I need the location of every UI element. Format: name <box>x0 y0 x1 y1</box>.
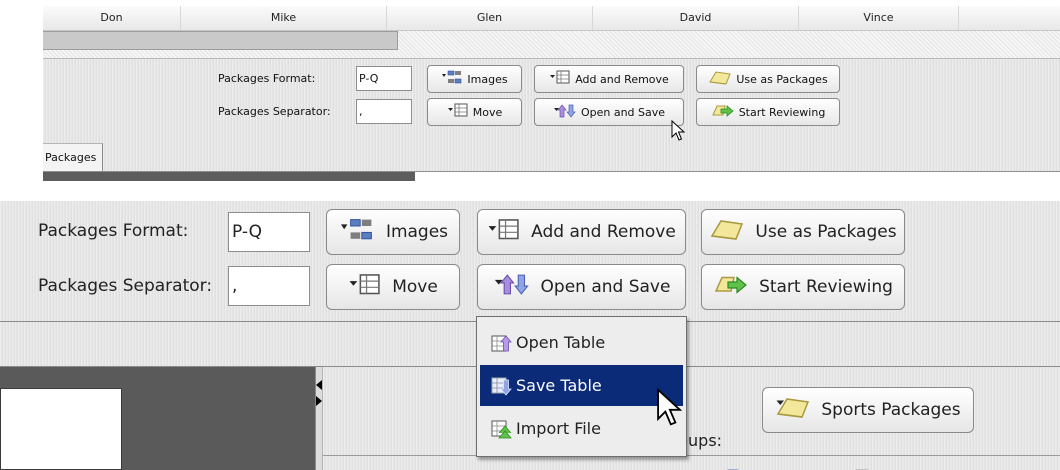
images-button-label: Images <box>385 222 449 242</box>
move-button-label: Move <box>392 277 438 297</box>
sports-packages-button-label: Sports Packages <box>821 400 961 420</box>
folder-icon <box>708 70 732 89</box>
horizontal-scrollbar-thumb[interactable] <box>43 31 398 50</box>
menu-item-import-file[interactable]: Import File <box>480 408 683 449</box>
column-header-david[interactable]: David <box>593 6 799 30</box>
start-reviewing-button[interactable]: Start Reviewing <box>696 98 840 126</box>
packages-toolbar-zoomed: Packages Format: P-Q Packages Separator:… <box>0 201 1060 322</box>
menu-item-label: Open Table <box>516 333 606 352</box>
start-reviewing-arrow-icon <box>713 273 749 302</box>
packages-toolbar: Packages Format: P-Q Packages Separator:… <box>43 58 1060 144</box>
start-reviewing-button-label: Start Reviewing <box>738 105 826 119</box>
blue-shape-icon <box>718 463 748 470</box>
images-button-label: Images <box>467 72 508 86</box>
open-save-button-label: Open and Save <box>540 277 671 297</box>
open-save-button[interactable]: Open and Save <box>477 264 686 310</box>
zoomed-panel: Packages Format: P-Q Packages Separator:… <box>0 201 1060 470</box>
folder-icon <box>775 396 811 425</box>
use-as-packages-button-label: Use as Packages <box>736 72 828 86</box>
add-remove-button-label: Add and Remove <box>575 72 669 86</box>
move-button[interactable]: Move <box>326 264 460 310</box>
move-table-icon <box>447 103 469 121</box>
move-table-icon <box>348 273 382 302</box>
sports-packages-button[interactable]: Sports Packages <box>762 387 974 433</box>
import-file-icon <box>491 419 513 443</box>
divider <box>323 455 1060 456</box>
open-save-button-label: Open and Save <box>580 105 666 119</box>
add-remove-button[interactable]: Add and Remove <box>477 209 686 255</box>
images-button[interactable]: Images <box>427 65 522 93</box>
column-header-vince[interactable]: Vince <box>799 6 959 30</box>
open-save-button[interactable]: Open and Save <box>534 98 684 126</box>
use-as-packages-button[interactable]: Use as Packages <box>701 209 905 255</box>
packages-format-label: Packages Format: <box>38 221 189 241</box>
packages-separator-label: Packages Separator: <box>218 105 331 118</box>
start-reviewing-button[interactable]: Start Reviewing <box>701 264 905 310</box>
menu-item-label: Save Table <box>516 376 602 395</box>
open-table-icon <box>491 333 513 357</box>
images-icon <box>441 70 463 88</box>
packages-format-label: Packages Format: <box>218 72 316 85</box>
column-header-mike[interactable]: Mike <box>181 6 387 30</box>
open-save-arrows-icon <box>553 103 577 122</box>
column-header-empty <box>959 6 1060 30</box>
menu-item-save-table[interactable]: Save Table <box>480 365 683 406</box>
panel-divider <box>43 172 415 181</box>
top-panel: Don Mike Glen David Vince Packages Forma… <box>43 6 1060 181</box>
start-reviewing-arrow-icon <box>711 103 735 122</box>
menu-item-label: Import File <box>516 419 601 438</box>
open-save-arrows-icon <box>493 272 531 302</box>
folder-icon <box>846 463 876 470</box>
folder-icon <box>709 218 745 247</box>
add-remove-table-icon <box>549 70 571 88</box>
save-table-icon <box>491 376 513 400</box>
add-remove-button[interactable]: Add and Remove <box>534 65 684 93</box>
packages-format-input[interactable]: P-Q <box>228 212 310 252</box>
use-as-packages-button-label: Use as Packages <box>755 222 897 242</box>
add-remove-table-icon <box>487 218 521 247</box>
mouse-cursor-icon <box>656 387 683 432</box>
tab-packages[interactable]: Packages <box>43 143 104 171</box>
expand-right-arrow-icon[interactable] <box>315 391 323 410</box>
column-header-glen[interactable]: Glen <box>387 6 593 30</box>
preview-box <box>0 388 122 470</box>
tab-strip: Packages <box>43 143 1060 172</box>
move-button-label: Move <box>472 105 503 119</box>
move-button[interactable]: Move <box>427 98 522 126</box>
use-as-packages-button[interactable]: Use as Packages <box>696 65 840 93</box>
open-save-dropdown-menu: Open Table Save Table Import File <box>476 316 687 457</box>
splitter-handle[interactable] <box>315 367 323 470</box>
images-icon <box>338 218 376 247</box>
packages-separator-input[interactable]: , <box>228 266 310 306</box>
packages-separator-label: Packages Separator: <box>38 276 213 296</box>
packages-separator-input[interactable]: , <box>356 99 412 124</box>
start-reviewing-button-label: Start Reviewing <box>759 277 893 297</box>
packages-format-input[interactable]: P-Q <box>356 66 412 91</box>
column-header-row: Don Mike Glen David Vince <box>43 6 1060 31</box>
add-remove-button-label: Add and Remove <box>531 222 676 242</box>
menu-item-open-table[interactable]: Open Table <box>480 322 683 363</box>
column-header-don[interactable]: Don <box>43 6 181 30</box>
images-button[interactable]: Images <box>326 209 460 255</box>
